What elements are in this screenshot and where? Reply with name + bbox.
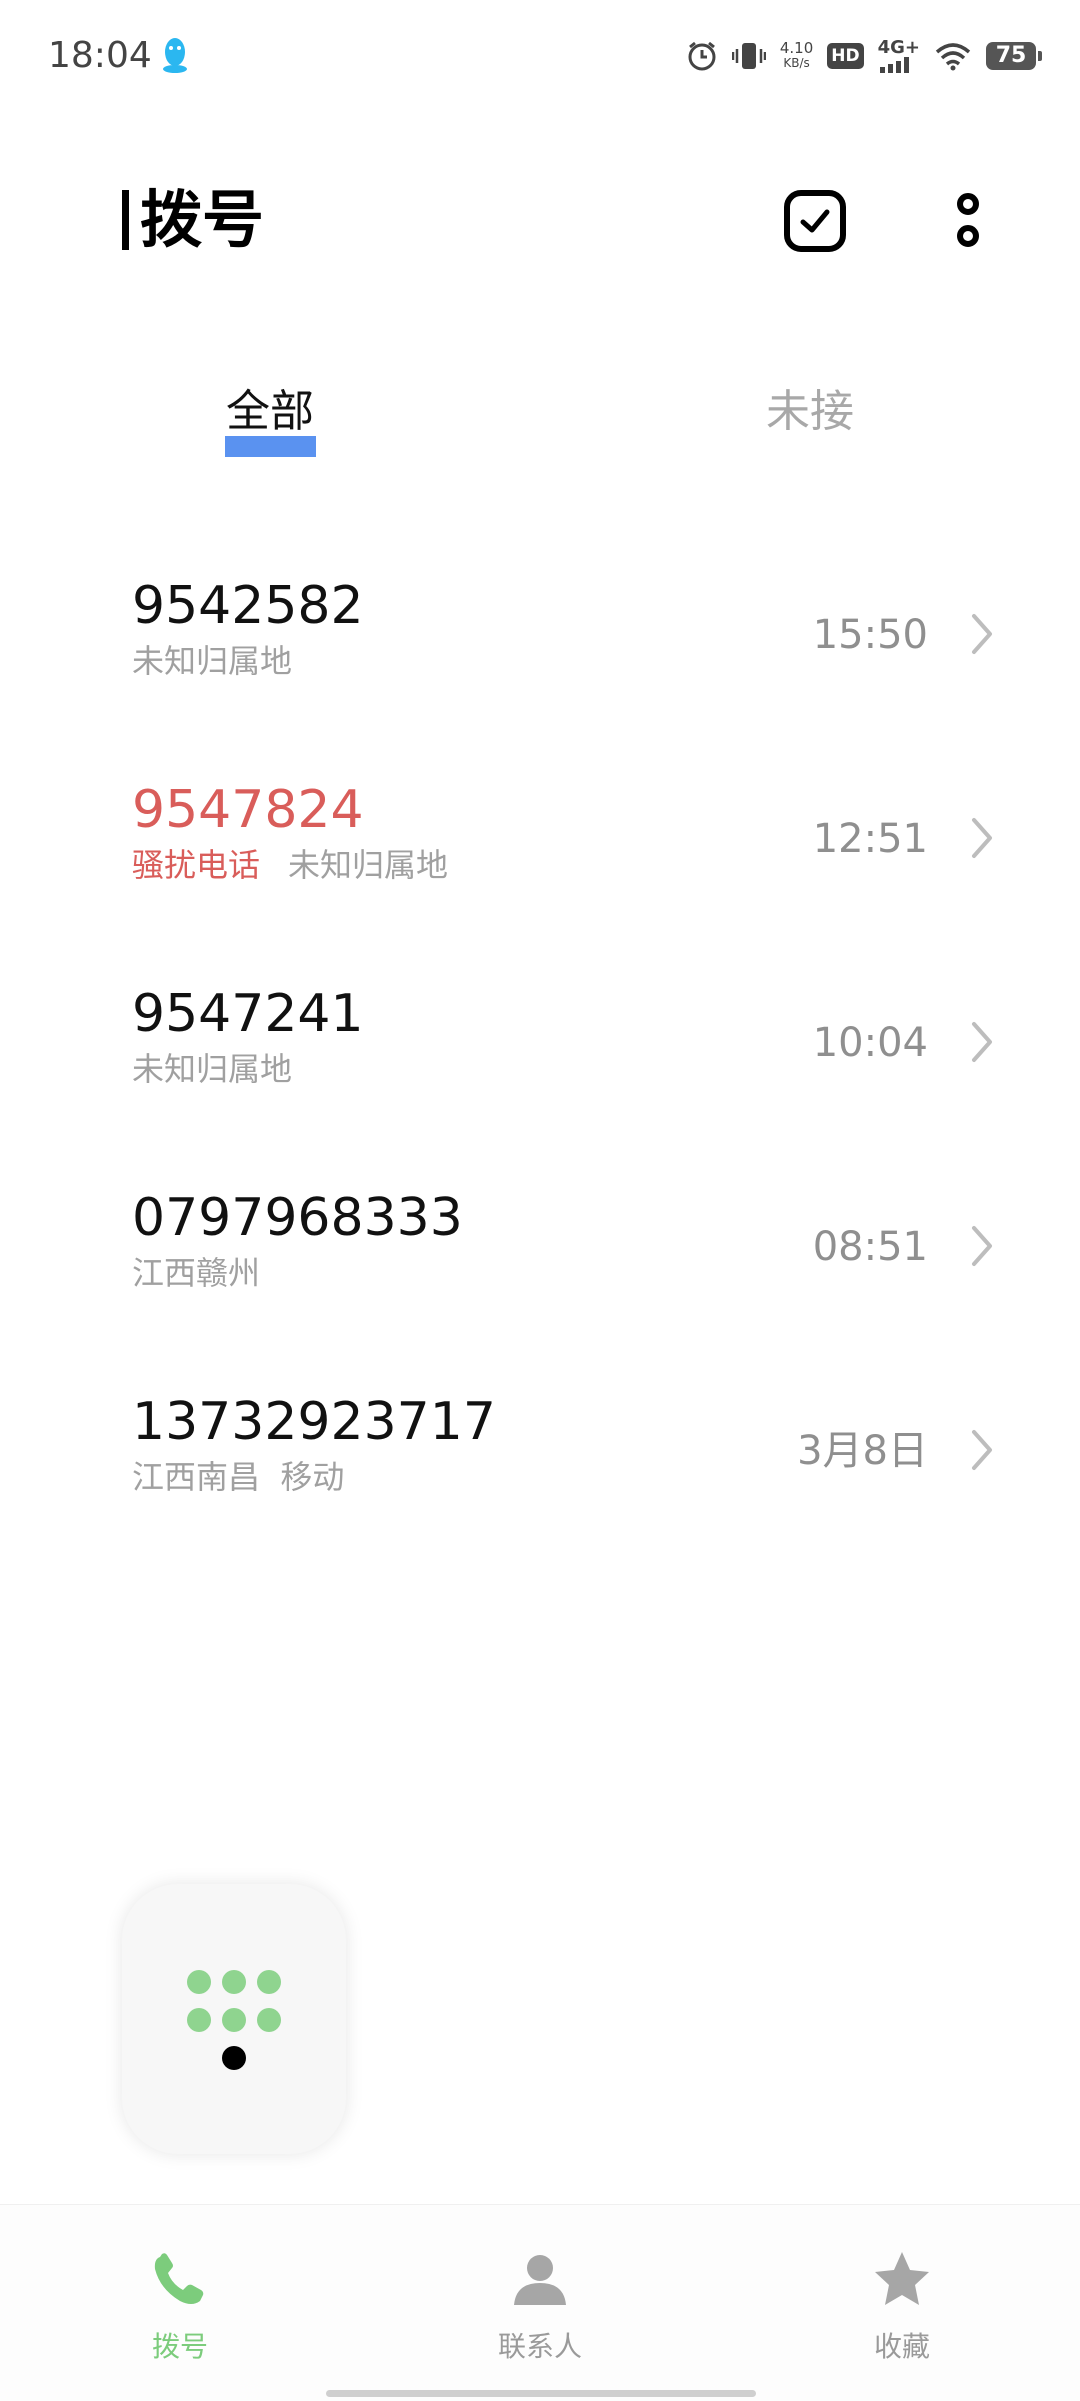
spam-tag: 骚扰电话 <box>132 846 261 884</box>
status-time: 18:04 <box>48 35 152 76</box>
chevron-right-icon[interactable] <box>968 1222 996 1270</box>
phone-icon <box>154 2253 204 2304</box>
hd-badge: HD <box>827 43 864 69</box>
call-location: 未知归属地 <box>132 1050 293 1088</box>
battery-icon: 75 <box>986 42 1042 70</box>
dialpad-button[interactable] <box>122 1884 346 2154</box>
call-time: 12:51 <box>812 816 928 862</box>
call-row[interactable]: 9547824 骚扰电话 未知归属地 12:51 <box>0 754 1080 958</box>
net-speed: 4.10 KB/s <box>779 39 814 71</box>
call-location: 江西南昌 移动 <box>132 1458 345 1496</box>
tab-missed[interactable]: 未接 <box>766 384 854 440</box>
cellular-signal: 4G+ <box>878 39 920 73</box>
call-location: 骚扰电话 未知归属地 <box>132 846 449 884</box>
call-row[interactable]: 9547241 未知归属地 10:04 <box>0 958 1080 1162</box>
signal-icon <box>879 57 909 73</box>
select-checkbox-icon[interactable] <box>782 188 848 254</box>
call-location: 江西赣州 <box>132 1254 261 1292</box>
dialpad-icon <box>187 1970 281 2070</box>
qq-penguin-icon <box>163 38 187 73</box>
wifi-icon <box>935 43 971 71</box>
nav-contacts[interactable]: 联系人 <box>430 2205 650 2375</box>
chevron-right-icon[interactable] <box>968 610 996 658</box>
nav-label: 收藏 <box>873 2330 930 2363</box>
vibrate-icon <box>731 43 766 69</box>
call-time: 15:50 <box>812 612 928 658</box>
nav-favorites[interactable]: 收藏 <box>792 2205 1012 2375</box>
call-row[interactable]: 9542582 未知归属地 15:50 <box>0 550 1080 754</box>
chevron-right-icon[interactable] <box>968 1018 996 1066</box>
contact-icon <box>514 2255 566 2305</box>
call-time: 3月8日 <box>797 1428 928 1474</box>
chevron-right-icon[interactable] <box>968 1426 996 1474</box>
status-icons: 4.10 KB/s HD 4G+ 75 <box>686 34 1042 78</box>
call-location: 未知归属地 <box>132 642 293 680</box>
tab-all[interactable]: 全部 <box>226 384 314 440</box>
nav-label: 联系人 <box>497 2330 582 2363</box>
call-number: 13732923717 <box>132 1392 496 1452</box>
home-indicator[interactable] <box>326 2390 756 2397</box>
nav-label: 拨号 <box>151 2330 208 2363</box>
network-type: 4G+ <box>877 37 920 58</box>
alarm-icon <box>688 41 716 71</box>
call-time: 08:51 <box>812 1224 928 1270</box>
more-icon[interactable] <box>944 188 992 254</box>
call-number: 9547824 <box>132 780 364 840</box>
title-marker <box>122 190 129 250</box>
bottom-nav: 拨号 联系人 收藏 <box>0 2204 1080 2401</box>
page-title: 拨号 <box>140 183 265 256</box>
call-row[interactable]: 0797968333 江西赣州 08:51 <box>0 1162 1080 1366</box>
call-time: 10:04 <box>812 1020 928 1066</box>
nav-dial[interactable]: 拨号 <box>70 2205 290 2375</box>
call-number: 9547241 <box>132 984 364 1044</box>
star-icon <box>875 2252 929 2305</box>
call-number: 0797968333 <box>132 1188 463 1248</box>
call-row[interactable]: 13732923717 江西南昌 移动 3月8日 <box>0 1366 1080 1570</box>
call-number: 9542582 <box>132 576 364 636</box>
chevron-right-icon[interactable] <box>968 814 996 862</box>
